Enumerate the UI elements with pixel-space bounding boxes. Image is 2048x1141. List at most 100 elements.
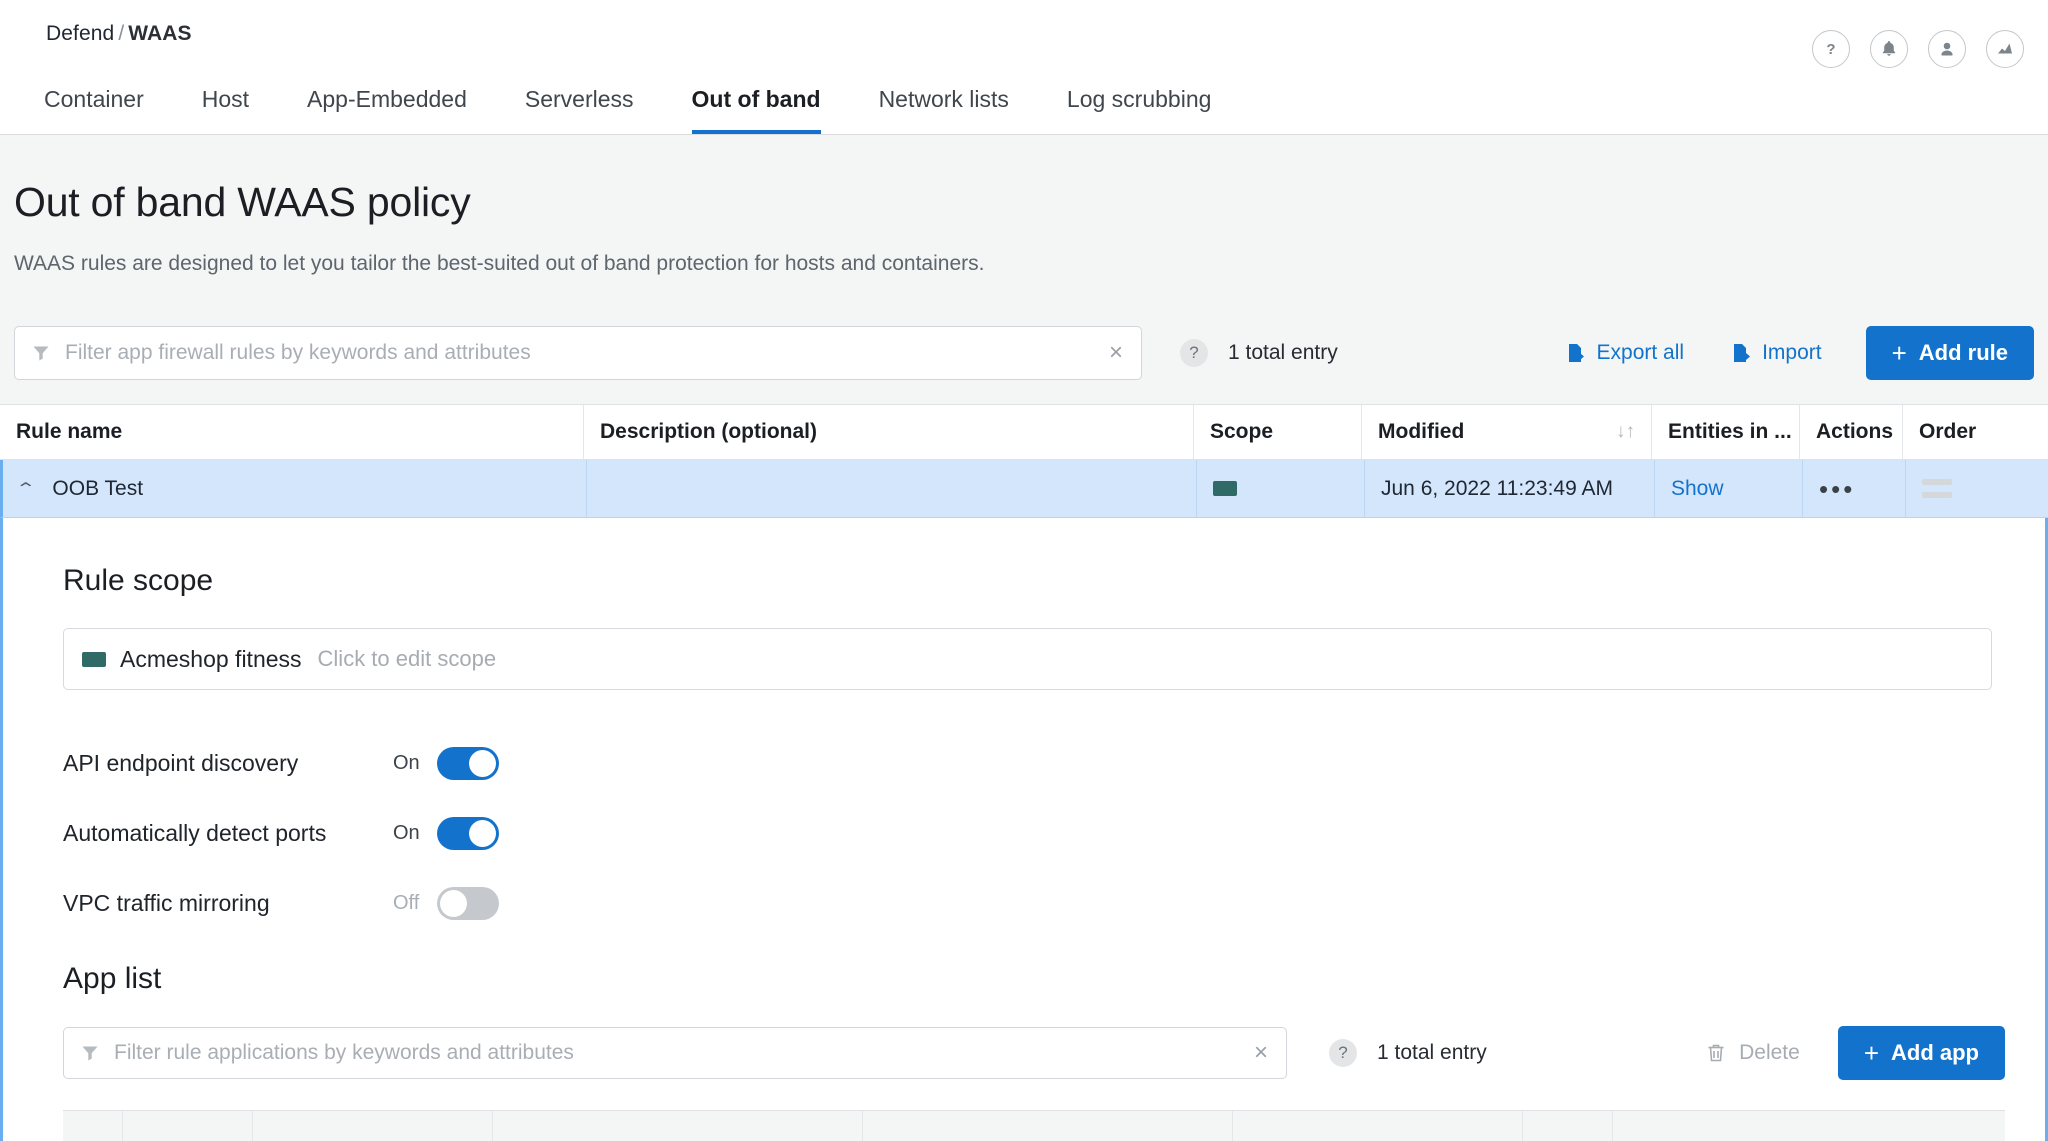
rule-toggle-group: API endpoint discovery On Automatically …: [63, 728, 2005, 938]
column-header-modified[interactable]: Modified ↓↑: [1362, 405, 1652, 459]
delete-app-button[interactable]: Delete: [1705, 1041, 1800, 1065]
rule-scope-title: Rule scope: [63, 564, 214, 597]
user-account-icon[interactable]: [1928, 30, 1966, 68]
app-list-toolbar: Filter rule applications by keywords and…: [63, 1026, 2005, 1080]
import-icon: [1730, 342, 1752, 364]
toggle-switch-automatically-detect-ports[interactable]: [437, 816, 499, 850]
column-header-rule-name[interactable]: Rule name: [0, 405, 584, 459]
toggle-switch-api-endpoint-discovery[interactable]: [437, 746, 499, 780]
cell-actions[interactable]: •••: [1803, 460, 1906, 517]
rules-filter-box[interactable]: Filter app firewall rules by keywords an…: [14, 326, 1142, 380]
rule-detail-inner: Rule scope Acmeshop fitness Click to edi…: [3, 518, 2045, 1141]
import-button[interactable]: Import: [1730, 341, 1822, 365]
rule-name-label: OOB Test: [52, 476, 144, 500]
export-icon: [1565, 342, 1587, 364]
app-col-4: [863, 1111, 1233, 1141]
sort-icon[interactable]: ↓↑: [1616, 421, 1635, 443]
app-list-table-header: [63, 1110, 2005, 1141]
rules-total-entry: 1 total entry: [1228, 341, 1338, 364]
toggle-row-vpc-traffic-mirroring: VPC traffic mirroring Off: [63, 868, 2005, 938]
app-filter-box[interactable]: Filter rule applications by keywords and…: [63, 1027, 1287, 1079]
toggle-row-api-endpoint-discovery: API endpoint discovery On: [63, 728, 2005, 798]
tab-container[interactable]: Container: [44, 86, 144, 134]
scope-edit-hint: Click to edit scope: [317, 646, 497, 671]
export-all-button[interactable]: Export all: [1565, 341, 1685, 365]
rules-help-badge[interactable]: ?: [1180, 339, 1208, 367]
filter-icon: [31, 343, 51, 363]
app-list-help-badge[interactable]: ?: [1329, 1039, 1357, 1067]
clear-filter-icon[interactable]: ×: [1105, 341, 1127, 365]
tab-host[interactable]: Host: [202, 86, 249, 134]
drag-handle-icon[interactable]: [1922, 479, 1952, 498]
tab-network-lists[interactable]: Network lists: [879, 86, 1009, 134]
clear-app-filter-icon[interactable]: ×: [1250, 1041, 1272, 1065]
export-all-label: Export all: [1596, 341, 1685, 364]
page-subtitle: WAAS rules are designed to let you tailo…: [14, 252, 985, 275]
app-col-6: [1523, 1111, 1613, 1141]
column-header-actions: Actions: [1800, 405, 1903, 459]
toggle-row-automatically-detect-ports: Automatically detect ports On: [63, 798, 2005, 868]
app-col-checkbox: [63, 1111, 123, 1141]
toggle-state-vpc-traffic-mirroring: Off: [393, 891, 420, 914]
tab-serverless[interactable]: Serverless: [525, 86, 634, 134]
column-header-entities[interactable]: Entities in ...: [1652, 405, 1800, 459]
table-row[interactable]: ⌃ OOB Test Jun 6, 2022 11:23:49 AM Show …: [0, 460, 2048, 518]
tab-out-of-band[interactable]: Out of band: [691, 86, 821, 134]
tab-app-embedded[interactable]: App-Embedded: [307, 86, 467, 134]
column-header-modified-label: Modified: [1378, 420, 1465, 443]
cell-entities[interactable]: Show: [1655, 460, 1803, 517]
add-rule-label: Add rule: [1918, 340, 2008, 365]
app-list-total-entry: 1 total entry: [1377, 1041, 1487, 1064]
column-header-description[interactable]: Description (optional): [584, 405, 1194, 459]
notifications-bell-icon[interactable]: [1870, 30, 1908, 68]
add-app-button[interactable]: + Add app: [1837, 1026, 2005, 1080]
tab-bar: Container Host App-Embedded Serverless O…: [44, 86, 1269, 134]
filter-icon: [80, 1043, 100, 1063]
toggle-state-automatically-detect-ports: On: [393, 821, 420, 844]
tab-log-scrubbing[interactable]: Log scrubbing: [1067, 86, 1212, 134]
trash-icon: [1705, 1042, 1727, 1064]
svg-text:?: ?: [1826, 41, 1835, 58]
breadcrumb: Defend / WAAS: [46, 22, 192, 46]
column-header-scope[interactable]: Scope: [1194, 405, 1362, 459]
toggle-label-api-endpoint-discovery: API endpoint discovery: [63, 749, 299, 776]
cell-order[interactable]: [1906, 460, 2006, 517]
page-title: Out of band WAAS policy: [14, 179, 471, 225]
help-icon[interactable]: ?: [1812, 30, 1850, 68]
vertical-scrollbar[interactable]: [2036, 518, 2045, 1141]
rules-table-header: Rule name Description (optional) Scope M…: [0, 404, 2048, 460]
add-app-label: Add app: [1891, 1040, 1979, 1065]
toggle-state-api-endpoint-discovery: On: [393, 751, 420, 774]
add-rule-button[interactable]: + Add rule: [1865, 326, 2034, 380]
top-bar: Defend / WAAS ? Container Host App-Embedde…: [0, 0, 2048, 135]
breadcrumb-leaf: WAAS: [128, 22, 192, 45]
monitor-chart-icon[interactable]: [1986, 30, 2024, 68]
rules-toolbar: Filter app firewall rules by keywords an…: [0, 326, 2048, 380]
toggle-label-vpc-traffic-mirroring: VPC traffic mirroring: [63, 889, 270, 916]
show-entities-link[interactable]: Show: [1671, 477, 1724, 501]
toggle-switch-vpc-traffic-mirroring[interactable]: [437, 886, 499, 920]
rules-table: Rule name Description (optional) Scope M…: [0, 404, 2048, 1141]
breadcrumb-separator: /: [118, 22, 125, 45]
app-col-2: [253, 1111, 493, 1141]
cell-rule-name[interactable]: ⌃ OOB Test: [3, 460, 587, 517]
breadcrumb-root[interactable]: Defend: [46, 22, 114, 45]
rule-scope-field[interactable]: Acmeshop fitness Click to edit scope: [63, 628, 1992, 690]
row-actions-menu-icon[interactable]: •••: [1819, 476, 1855, 502]
scope-chip-icon: [82, 651, 106, 667]
app-col-1: [123, 1111, 253, 1141]
app-col-3: [493, 1111, 863, 1141]
add-rule-plus-icon: +: [1891, 337, 1907, 368]
page-content: Out of band WAAS policy WAAS rules are d…: [0, 179, 2048, 1141]
rules-filter-input[interactable]: Filter app firewall rules by keywords an…: [65, 341, 1105, 365]
add-app-plus-icon: +: [1863, 1037, 1879, 1068]
delete-label: Delete: [1739, 1041, 1800, 1064]
collapse-caret-icon[interactable]: ⌃: [15, 479, 36, 499]
app-filter-input[interactable]: Filter rule applications by keywords and…: [114, 1041, 1250, 1065]
app-list-table: [63, 1110, 2005, 1141]
header-icon-group: ?: [1812, 30, 2024, 68]
cell-description: [587, 460, 1197, 517]
app-list-title: App list: [63, 962, 162, 995]
rule-detail-panel: Rule scope Acmeshop fitness Click to edi…: [0, 518, 2048, 1141]
scope-chip-icon: [1213, 481, 1237, 496]
